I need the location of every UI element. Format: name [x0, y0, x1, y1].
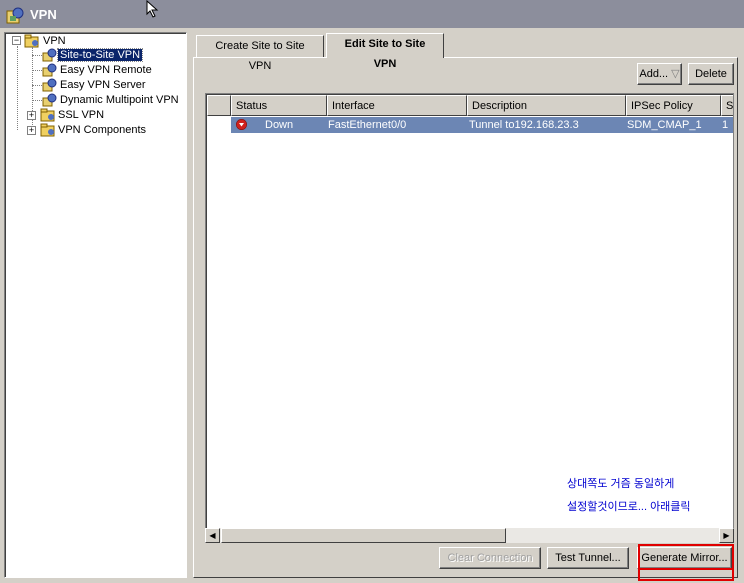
collapse-icon[interactable]: −	[12, 36, 21, 45]
status-cell: Down	[265, 119, 294, 131]
column-header-interface[interactable]: Interface	[327, 95, 467, 116]
tree-item-easy-vpn-remote[interactable]: Easy VPN Remote	[58, 63, 154, 77]
scroll-left-icon[interactable]: ◀	[205, 528, 220, 543]
dmvpn-icon	[42, 93, 57, 107]
tree-item-dynamic-multipoint-vpn[interactable]: Dynamic Multipoint VPN	[58, 93, 181, 107]
seq-cell: 1	[722, 119, 729, 131]
expand-icon[interactable]: +	[27, 111, 36, 120]
column-header-seq[interactable]: S	[721, 95, 733, 116]
expand-icon[interactable]: +	[27, 126, 36, 135]
ipsec-policy-cell: SDM_CMAP_1	[627, 119, 702, 131]
tab-create-site-to-site-vpn[interactable]: Create Site to Site VPN	[196, 35, 324, 72]
site-to-site-vpn-icon	[42, 48, 57, 62]
annotation-text: 상대쪽도 거즘 동일하게	[567, 478, 675, 490]
tree-item-label: Site-to-Site VPN	[56, 48, 144, 62]
tree-item-label: VPN Components	[58, 124, 147, 136]
tree-item-vpn-components[interactable]: VPN Components	[56, 123, 148, 137]
tree-item-vpn[interactable]: VPN	[41, 34, 68, 48]
annotation-text: 설정할것이므로... 아래클릭	[567, 501, 691, 513]
column-header-description[interactable]: Description	[467, 95, 626, 116]
tree-item-ssl-vpn[interactable]: SSL VPN	[56, 108, 106, 122]
add-button[interactable]: Add... ▽	[637, 63, 682, 85]
folder-icon	[40, 108, 55, 122]
column-header-status[interactable]: Status	[231, 95, 327, 116]
tab-edit-site-to-site-vpn[interactable]: Edit Site to Site VPN	[326, 33, 444, 70]
highlight-box	[638, 544, 734, 581]
dropdown-arrow-icon: ▽	[671, 68, 680, 80]
folder-icon	[40, 123, 55, 137]
highlight-divider	[640, 568, 732, 570]
tree-item-easy-vpn-server[interactable]: Easy VPN Server	[58, 78, 148, 92]
row-header-corner	[207, 95, 231, 116]
tree-item-label: Easy VPN Remote	[60, 64, 152, 76]
tree-item-label: SSL VPN	[58, 109, 105, 121]
column-header-ipsec-policy[interactable]: IPSec Policy	[626, 95, 721, 116]
status-down-icon	[236, 119, 247, 130]
tree-connector	[32, 85, 42, 86]
easy-vpn-remote-icon	[42, 63, 57, 77]
tree-item-label: VPN	[43, 35, 66, 47]
mouse-pointer-icon	[146, 0, 159, 18]
add-button-label: Add...	[639, 68, 669, 80]
tree-item-label: Easy VPN Server	[60, 79, 146, 91]
interface-cell: FastEthernet0/0	[328, 119, 407, 131]
tree-item-label: Dynamic Multipoint VPN	[60, 94, 179, 106]
window-title: VPN	[30, 7, 57, 22]
vpn-icon	[6, 7, 24, 24]
tree-item-site-to-site-vpn[interactable]: Site-to-Site VPN	[56, 48, 144, 62]
scroll-right-icon[interactable]: ▶	[719, 528, 734, 543]
clear-connection-label: Clear Connection	[447, 552, 533, 564]
test-tunnel-button[interactable]: Test Tunnel...	[547, 547, 629, 569]
tree-connector	[32, 70, 42, 71]
tree-connector	[32, 55, 42, 56]
vpn-connections-table[interactable]: Status Interface Description IPSec Polic…	[205, 93, 734, 530]
clear-connection-button[interactable]: Clear Connection	[439, 547, 541, 569]
delete-button[interactable]: Delete	[688, 63, 734, 85]
tree-connector	[17, 46, 18, 130]
title-bar: VPN	[0, 0, 744, 30]
tree-connector	[32, 100, 42, 101]
scrollbar-thumb[interactable]	[221, 528, 506, 543]
horizontal-scrollbar[interactable]: ◀ ▶	[205, 528, 734, 543]
folder-icon	[24, 34, 39, 48]
description-cell: Tunnel to192.168.23.3	[469, 119, 579, 131]
navigation-tree[interactable]: − VPN Site-to-Site VPN Easy VPN Remote E…	[4, 32, 187, 578]
easy-vpn-server-icon	[42, 78, 57, 92]
